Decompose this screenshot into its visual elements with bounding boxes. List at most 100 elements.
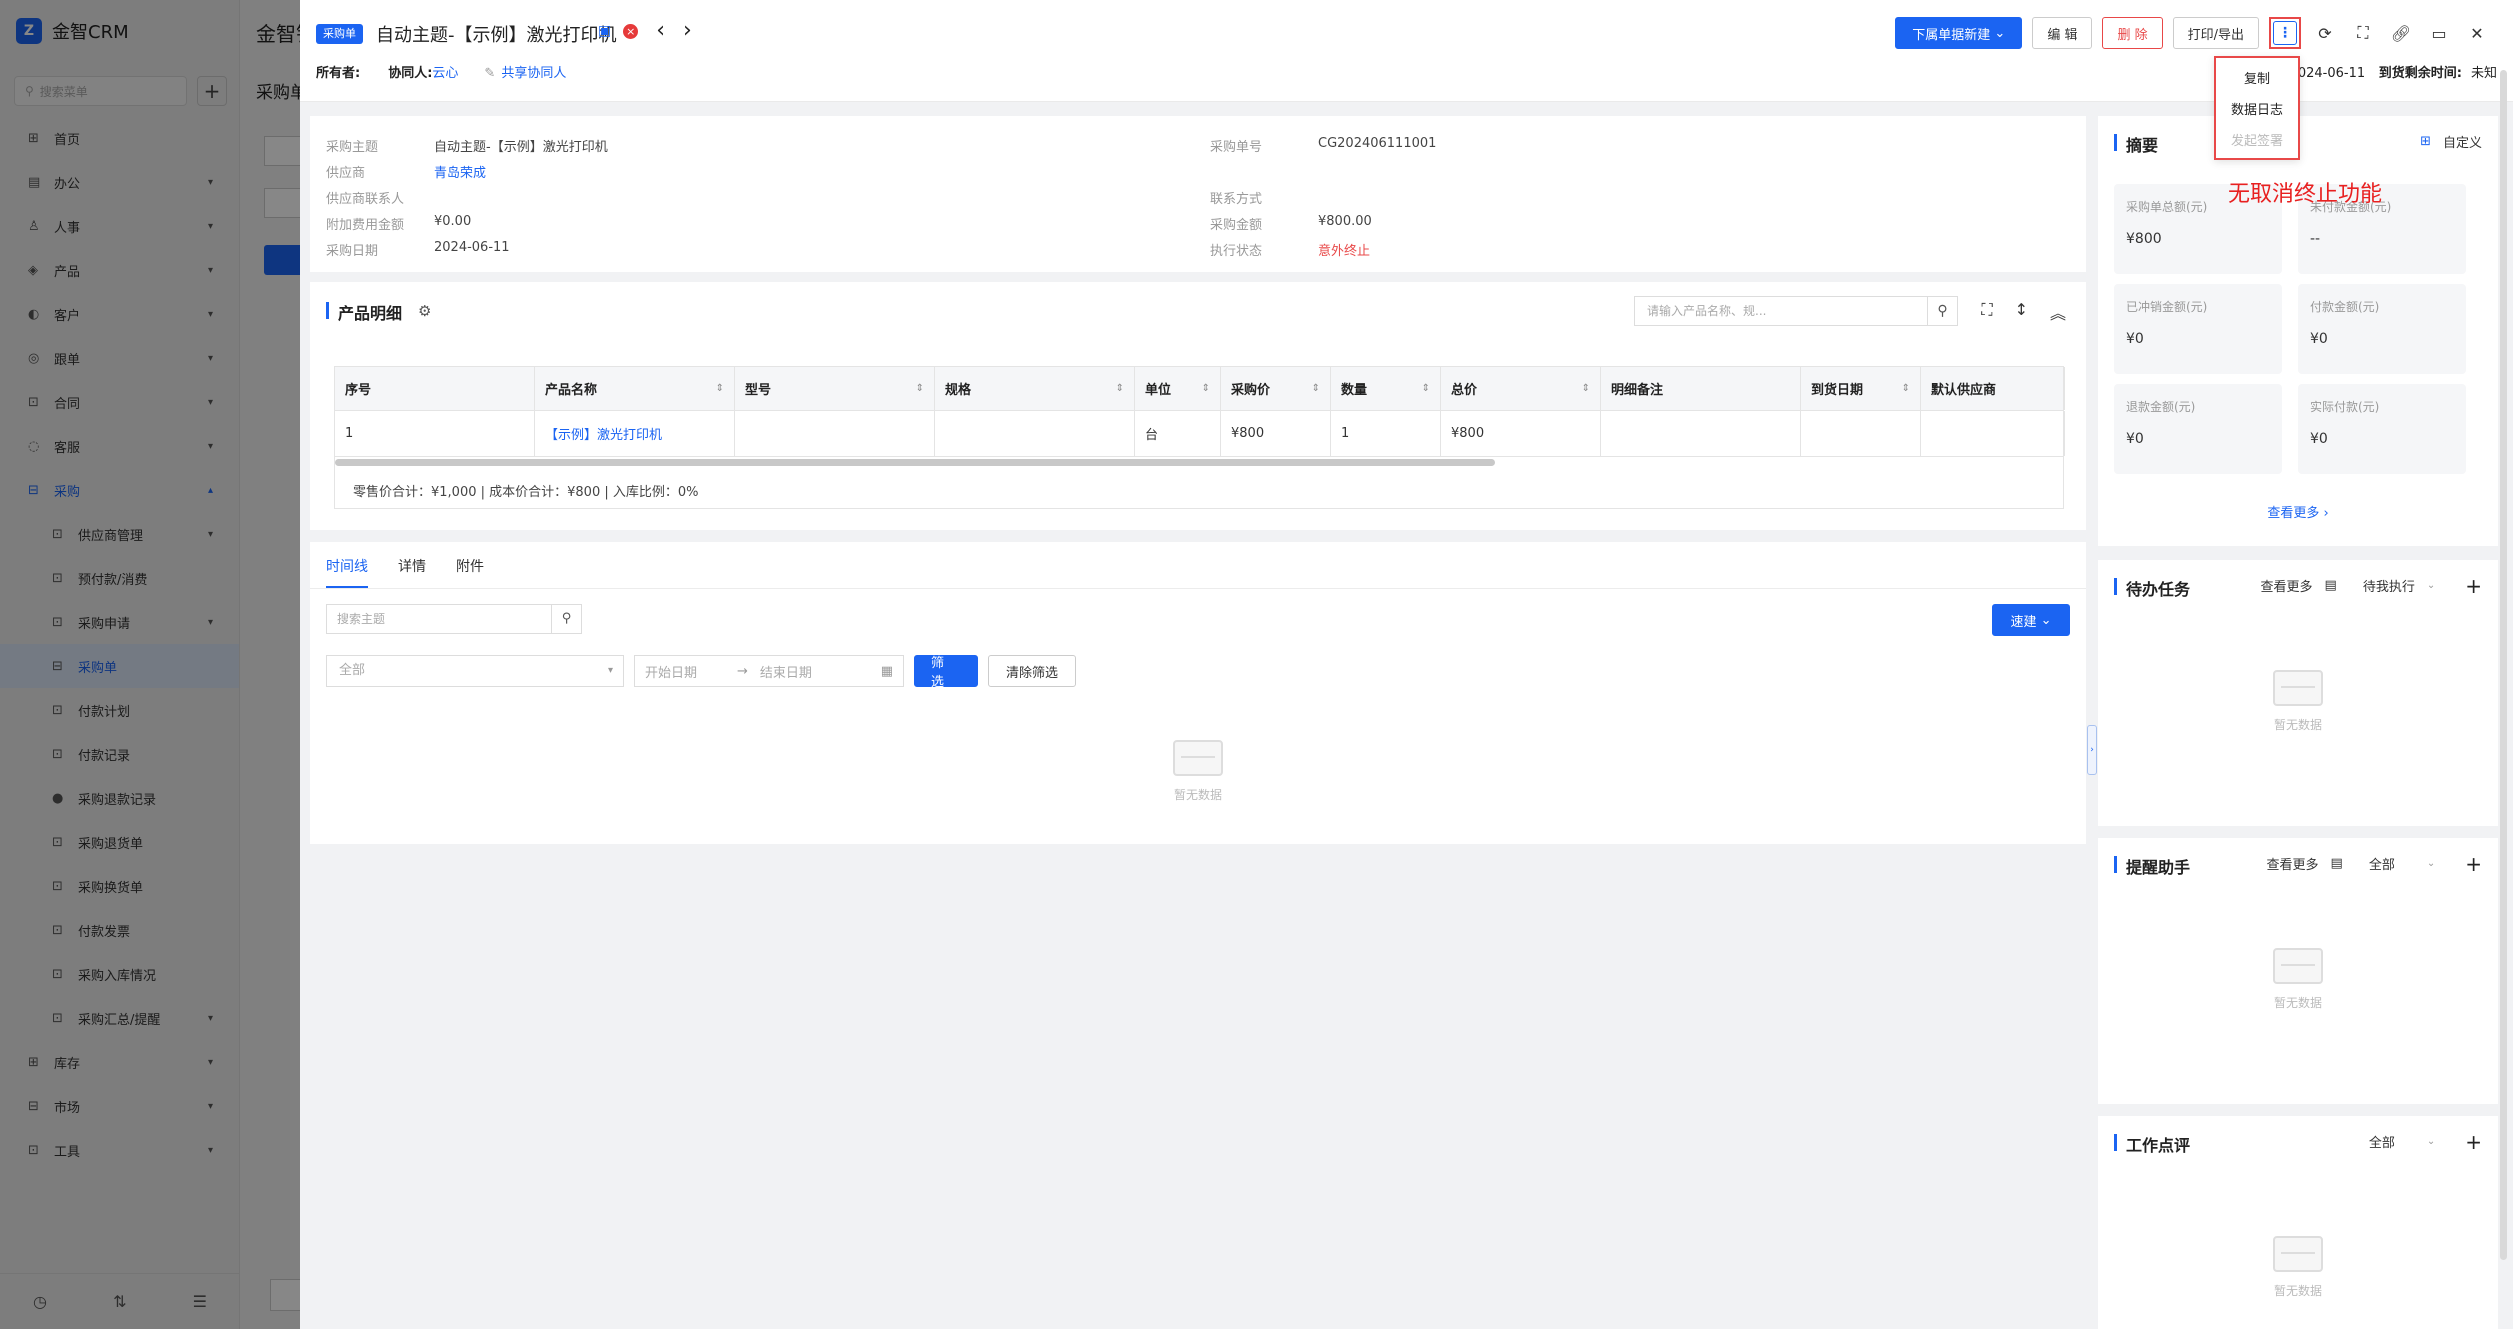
column-header[interactable]: 型号 ⇕ [735, 367, 935, 410]
edit-button[interactable]: 编 辑 [2032, 17, 2093, 49]
column-header[interactable]: 规格 ⇕ [935, 367, 1135, 410]
delete-button[interactable]: 删 除 [2102, 17, 2163, 49]
filter-button[interactable]: 筛 选 [914, 655, 978, 690]
grid-icon[interactable]: ⊞ [2420, 134, 2431, 149]
sort-icon[interactable]: ⇕ [1116, 383, 1124, 394]
window-icon[interactable]: ▭ [2425, 17, 2453, 49]
todo-tools: 查看更多 ▤ 待我执行 ⌄ + [2261, 576, 2482, 596]
type-select[interactable]: 全部 ▾ [326, 655, 624, 687]
table-cell [735, 411, 935, 456]
table-cell[interactable]: 【示例】激光打印机 [535, 411, 735, 456]
sort-icon[interactable]: ⇕ [1582, 383, 1590, 394]
page-scrollbar[interactable] [2500, 70, 2507, 1260]
product-detail-card: 产品明细 ⚙ 请输入产品名称、规... ⚲ ⛶ ↕ ︽ 序号 产品名称 ⇕ 型号 ⇕ 规格… [310, 282, 2086, 530]
expand-icon[interactable]: ⛶ [1981, 300, 1992, 324]
menu-item-data-log[interactable]: 数据日志 [2216, 95, 2298, 126]
table-cell [1801, 411, 1921, 456]
sort-icon[interactable]: ⇕ [1422, 383, 1430, 394]
gear-icon[interactable]: ⚙ [418, 302, 431, 320]
stat-label: 实际付款(元) [2310, 400, 2380, 414]
review-card: 工作点评 全部 ⌄ + 暂无数据 [2098, 1116, 2498, 1329]
todo-see-more[interactable]: 查看更多 [2261, 576, 2313, 595]
field-value[interactable]: 青岛荣成 [434, 162, 486, 181]
detail-tabs: 时间线 详情 附件 [326, 556, 484, 588]
customize-button[interactable]: 自定义 [2443, 132, 2482, 151]
next-record-icon[interactable]: › [683, 20, 692, 42]
sort-icon[interactable]: ⇕ [1902, 383, 1910, 394]
list-icon[interactable]: ▤ [2325, 578, 2337, 593]
row-height-icon[interactable]: ↕ [2015, 300, 2028, 324]
search-icon[interactable]: ⚲ [1927, 297, 1957, 325]
more-actions-button[interactable]: ⋮ [2273, 21, 2297, 45]
table-cell [935, 411, 1135, 456]
chevron-down-icon: ⌄ [1994, 25, 2006, 41]
column-header-label: 采购价 [1231, 383, 1271, 398]
column-header[interactable]: 采购价 ⇕ [1221, 367, 1331, 410]
reminder-see-more[interactable]: 查看更多 [2267, 854, 2319, 873]
field-value: CG202406111001 [1318, 136, 1437, 151]
todo-filter[interactable]: 待我执行 [2363, 576, 2415, 595]
field-label: 采购日期 [326, 244, 379, 259]
column-header[interactable]: 到货日期 ⇕ [1801, 367, 1921, 410]
summary-stat: 付款金额(元) ¥0 [2298, 284, 2466, 374]
sort-icon[interactable]: ⇕ [716, 383, 724, 394]
column-header[interactable]: 明细备注 [1601, 367, 1801, 410]
field-label: 联系方式 [1210, 192, 1263, 207]
product-table: 序号 产品名称 ⇕ 型号 ⇕ 规格 ⇕ 单位 ⇕ 采购价 ⇕ 数量 ⇕ 总价 ⇕ 明细备注 到货日期 ⇕ 默认供应商… [334, 366, 2065, 509]
column-header[interactable]: 数量 ⇕ [1331, 367, 1441, 410]
clear-filter-button[interactable]: 清除筛选 [988, 655, 1076, 687]
search-icon[interactable]: ⚲ [551, 605, 581, 633]
review-filter[interactable]: 全部 [2369, 1132, 2395, 1151]
new-sub-record-button[interactable]: 下属单据新建 ⌄ [1895, 17, 2023, 49]
owner-label: 所有者: [316, 66, 361, 81]
column-header[interactable]: 产品名称 ⇕ [535, 367, 735, 410]
sort-icon[interactable]: ⇕ [1312, 383, 1320, 394]
refresh-icon[interactable]: ⟳ [2311, 17, 2339, 49]
collab-value[interactable]: 云心 [432, 62, 458, 81]
tab-timeline[interactable]: 时间线 [326, 556, 368, 588]
close-icon[interactable]: ✕ [2463, 17, 2491, 49]
add-todo-icon[interactable]: + [2465, 576, 2482, 596]
horizontal-scrollbar[interactable] [335, 459, 1495, 466]
print-export-button[interactable]: 打印/导出 [2172, 17, 2259, 49]
table-header: 序号 产品名称 ⇕ 型号 ⇕ 规格 ⇕ 单位 ⇕ 采购价 ⇕ 数量 ⇕ 总价 ⇕ 明细备注 到货日期 ⇕ 默认供应商 [335, 367, 2065, 411]
reminder-filter[interactable]: 全部 [2369, 854, 2395, 873]
add-reminder-icon[interactable]: + [2465, 854, 2482, 874]
sort-icon[interactable]: ⇕ [1202, 383, 1210, 394]
column-header[interactable]: 总价 ⇕ [1441, 367, 1601, 410]
collapse-up-icon[interactable]: ︽ [2050, 300, 2066, 324]
share-collab-link[interactable]: ✎ 共享协同人 [484, 62, 566, 81]
menu-item-copy[interactable]: 复制 [2216, 64, 2298, 95]
sort-icon[interactable]: ⇕ [916, 383, 924, 394]
reminder-empty-state: 暂无数据 [2248, 948, 2348, 1011]
link-icon[interactable]: 🔗︎ [2387, 17, 2415, 49]
product-search-input[interactable]: 请输入产品名称、规... ⚲ [1634, 296, 1958, 326]
table-row[interactable]: 1 【示例】激光打印机台 ¥800 1 ¥800 [335, 411, 2065, 457]
stat-value: ¥0 [2310, 331, 2328, 347]
chevron-down-icon: ▾ [607, 665, 613, 676]
tab-details[interactable]: 详情 [398, 556, 426, 588]
list-icon[interactable]: ▤ [2331, 856, 2343, 871]
collapse-panel-handle[interactable]: › [2087, 725, 2097, 775]
column-header[interactable]: 序号 [335, 367, 535, 410]
date-range-picker[interactable]: 开始日期 → 结束日期 ▦ [634, 655, 904, 687]
summary-see-more[interactable]: 查看更多 › [2098, 502, 2498, 521]
tab-attachments[interactable]: 附件 [456, 556, 484, 588]
stat-label: 付款金额(元) [2310, 300, 2380, 314]
field-label: 采购主题 [326, 140, 379, 155]
column-header[interactable]: 单位 ⇕ [1135, 367, 1221, 410]
chevron-right-icon: › [2323, 506, 2329, 521]
field-label: 附加费用金额 [326, 218, 405, 233]
fullscreen-icon[interactable]: ⛶ [2349, 17, 2377, 49]
calendar-icon[interactable]: ▣ [598, 23, 611, 39]
stat-value: ¥0 [2126, 331, 2144, 347]
add-review-icon[interactable]: + [2465, 1132, 2482, 1152]
column-header-label: 明细备注 [1611, 383, 1664, 398]
reminder-card: 提醒助手 查看更多 ▤ 全部 ⌄ + 暂无数据 [2098, 838, 2498, 1104]
timeline-search-input[interactable]: 搜索主题 ⚲ [326, 604, 582, 634]
prev-record-icon[interactable]: ‹ [656, 20, 665, 42]
stat-value: ¥0 [2126, 431, 2144, 447]
column-header[interactable]: 默认供应商 [1921, 367, 2065, 410]
calendar-icon: ▦ [880, 663, 893, 679]
quick-create-button[interactable]: 速建 ⌄ [1992, 604, 2070, 636]
